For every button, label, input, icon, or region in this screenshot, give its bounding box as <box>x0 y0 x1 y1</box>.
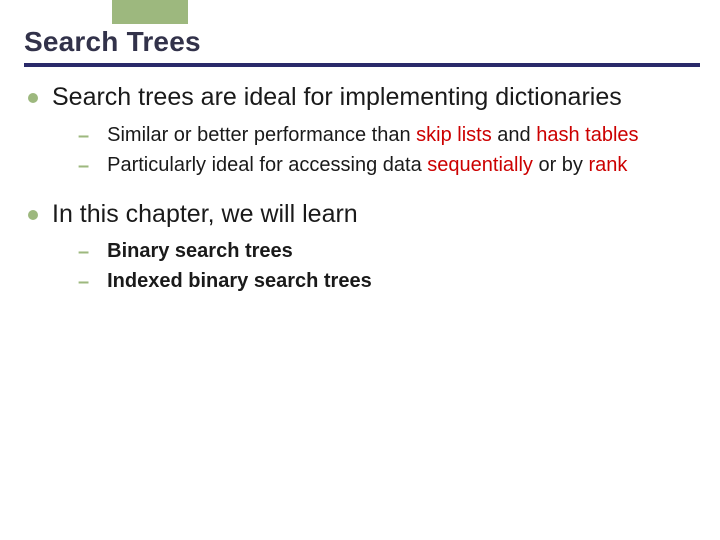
list-item-text: Binary search trees <box>107 239 293 265</box>
sub-list: – Binary search trees – Indexed binary s… <box>78 239 696 295</box>
list-item: – Similar or better performance than ski… <box>78 123 696 149</box>
list-item: Search trees are ideal for implementing … <box>24 82 696 113</box>
sub-list: – Similar or better performance than ski… <box>78 123 696 179</box>
list-item-text: Search trees are ideal for implementing … <box>52 82 622 113</box>
emphasis-text: skip lists <box>416 124 492 146</box>
list-item-text: In this chapter, we will learn <box>52 199 358 230</box>
bullet-dot-icon <box>28 93 38 103</box>
bullet-dash-icon: – <box>78 270 89 295</box>
list-item: In this chapter, we will learn <box>24 199 696 230</box>
bullet-dot-icon <box>28 210 38 220</box>
list-item: – Binary search trees <box>78 239 696 265</box>
list-item: – Indexed binary search trees <box>78 269 696 295</box>
header-accent-box <box>112 0 188 24</box>
emphasis-text: sequentially <box>427 154 533 176</box>
bullet-dash-icon: – <box>78 124 89 149</box>
bullet-dash-icon: – <box>78 154 89 179</box>
emphasis-text: rank <box>588 154 627 176</box>
slide: Search Trees Search trees are ideal for … <box>0 0 720 540</box>
slide-title: Search Trees <box>24 26 201 58</box>
emphasis-text: hash tables <box>536 124 638 146</box>
list-item-text: Similar or better performance than skip … <box>107 123 638 149</box>
list-item-text: Indexed binary search trees <box>107 269 372 295</box>
bullet-dash-icon: – <box>78 240 89 265</box>
slide-body: Search trees are ideal for implementing … <box>24 82 696 315</box>
list-item: – Particularly ideal for accessing data … <box>78 153 696 179</box>
list-item-text: Particularly ideal for accessing data se… <box>107 153 627 179</box>
title-underline <box>24 63 700 67</box>
